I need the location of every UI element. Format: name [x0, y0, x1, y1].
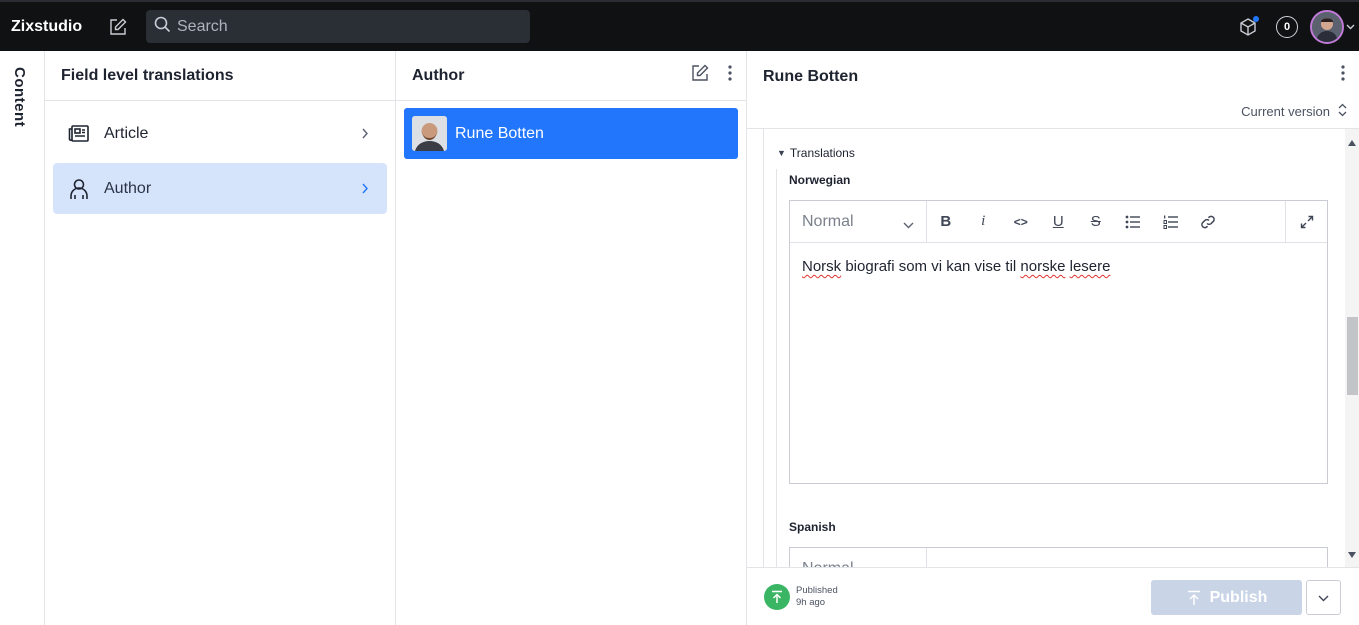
document-editor-pane: Rune Botten Current version ▼ Translatio… [747, 51, 1359, 625]
text-run: biografi som vi kan vise til [841, 258, 1021, 275]
scroll-up-icon[interactable] [1348, 133, 1356, 151]
fieldset-label: Translations [789, 146, 855, 160]
triangle-down-icon: ▼ [777, 148, 786, 158]
block-style-value: Normal [802, 212, 854, 230]
rail-content-tab[interactable]: Content [11, 67, 28, 127]
more-menu-icon[interactable] [728, 65, 732, 86]
italic-button[interactable]: i [965, 201, 1003, 243]
rich-text-editor-spanish: Normal [789, 547, 1328, 567]
chevron-down-icon [903, 216, 914, 234]
top-navigation-bar: Zixstudio 0 [0, 0, 1359, 51]
version-selector[interactable]: Current version [1241, 103, 1347, 120]
nav-item-label: Article [104, 124, 149, 142]
status-state: Published [796, 585, 838, 596]
compose-icon[interactable] [106, 15, 130, 39]
newspaper-icon [67, 122, 91, 146]
published-icon [764, 584, 790, 610]
nav-item-article[interactable]: Article [53, 108, 387, 159]
link-icon[interactable] [1190, 201, 1228, 243]
editor-form: ▼ Translations Norwegian Normal B i <> U… [747, 129, 1345, 567]
pane-header: Field level translations [45, 51, 395, 101]
block-style-value: Normal [802, 560, 854, 568]
publish-button[interactable]: Publish [1151, 580, 1302, 615]
document-title-heading: Rune Botten [763, 68, 859, 85]
publish-icon [1187, 590, 1200, 605]
notification-dot [1253, 15, 1259, 22]
chevron-right-icon [361, 126, 369, 144]
document-item-rune-botten[interactable]: Rune Botten [404, 108, 738, 159]
numbered-list-icon[interactable] [1152, 201, 1190, 243]
notification-count-badge[interactable]: 0 [1276, 15, 1298, 38]
editor-toolbar: Normal [790, 547, 1327, 568]
field-label-norwegian: Norwegian [789, 173, 851, 187]
document-title: Rune Botten [455, 124, 544, 142]
structure-pane: Field level translations Article Author [45, 51, 396, 625]
editor-content[interactable]: Norsk biografi som vi kan vise til norsk… [790, 243, 1327, 483]
editor-header: Rune Botten Current version [747, 51, 1359, 129]
expand-icon[interactable] [1285, 201, 1327, 243]
version-label: Current version [1241, 104, 1330, 119]
user-menu-button[interactable] [1310, 9, 1355, 44]
chevron-down-icon [1346, 18, 1355, 36]
spellcheck-word: lesere [1069, 258, 1111, 275]
publish-status[interactable]: Published 9h ago [764, 584, 838, 610]
bullet-list-icon[interactable] [1115, 201, 1153, 243]
more-menu-icon[interactable] [1341, 65, 1345, 86]
rich-text-editor-norwegian: Normal B i <> U S Norsk biografi som vi … [789, 200, 1328, 484]
fieldset-guide [763, 129, 764, 567]
search-icon [154, 16, 171, 38]
avatar [1310, 9, 1344, 44]
chevron-down-icon [1318, 589, 1329, 607]
tool-rail: Content [0, 51, 45, 625]
chevron-right-icon [361, 181, 369, 199]
pane-title: Field level translations [61, 66, 234, 84]
code-button[interactable]: <> [1002, 201, 1040, 243]
create-document-icon[interactable] [691, 64, 709, 87]
spellcheck-word: norske [1020, 258, 1066, 275]
underline-button[interactable]: U [1040, 201, 1078, 243]
publish-label: Publish [1209, 588, 1268, 606]
fieldset-guide [776, 169, 777, 567]
document-footer: Published 9h ago Publish [747, 567, 1359, 625]
strikethrough-button[interactable]: S [1077, 201, 1115, 243]
block-style-select[interactable]: Normal [790, 200, 927, 243]
cube-icon[interactable] [1236, 15, 1260, 39]
bold-button[interactable]: B [927, 201, 965, 243]
pane-title: Author [412, 66, 465, 84]
nav-item-label: Author [104, 179, 152, 197]
scroll-down-icon[interactable] [1348, 545, 1356, 563]
more-actions-button[interactable] [1306, 580, 1341, 615]
brand-logo[interactable]: Zixstudio [11, 18, 97, 36]
search-input[interactable] [177, 17, 517, 36]
spellcheck-word: Norsk [802, 258, 842, 275]
search-box[interactable] [146, 10, 530, 43]
document-list-pane: Author Rune Botten [396, 51, 747, 625]
editor-toolbar: Normal B i <> U S [790, 200, 1327, 243]
field-label-spanish: Spanish [789, 520, 836, 534]
block-style-select[interactable]: Normal [790, 547, 927, 568]
status-time: 9h ago [796, 597, 826, 608]
chevron-updown-icon [1338, 103, 1347, 120]
scrollbar-thumb[interactable] [1347, 317, 1358, 395]
scrollbar[interactable] [1345, 129, 1359, 567]
user-icon [67, 177, 91, 201]
translations-fieldset-toggle[interactable]: ▼ Translations [777, 146, 855, 160]
nav-item-author[interactable]: Author [53, 163, 387, 214]
document-thumbnail [412, 116, 447, 151]
pane-header: Author [396, 51, 746, 101]
